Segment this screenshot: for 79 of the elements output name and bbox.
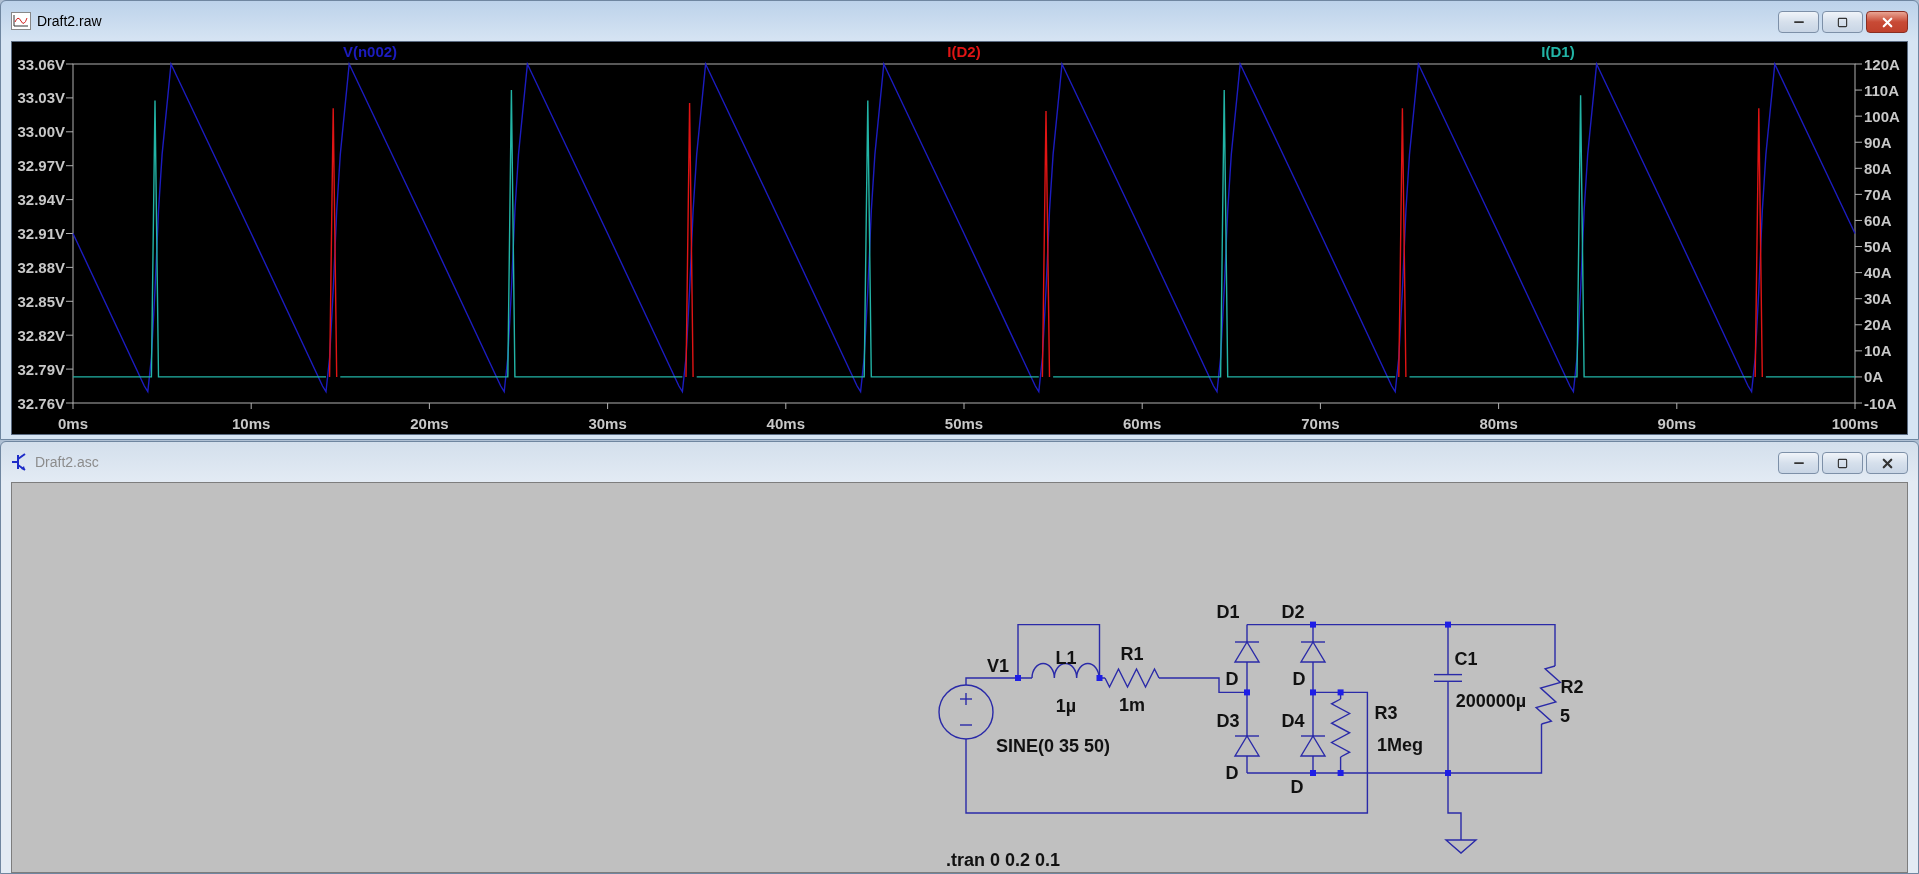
close-button[interactable] xyxy=(1866,452,1908,474)
axis-tick-label: 100A xyxy=(1864,107,1900,125)
ground-symbol xyxy=(1444,839,1478,854)
voltage-source-symbol xyxy=(938,684,994,740)
diode-symbol xyxy=(1299,734,1327,757)
resistor-symbol xyxy=(1330,698,1352,758)
axis-tick-label: 0A xyxy=(1864,368,1884,386)
close-button[interactable] xyxy=(1866,11,1908,33)
axis-tick-label: 90ms xyxy=(1657,414,1696,432)
axis-tick-label: 40A xyxy=(1864,264,1892,282)
axis-tick-label: 32.88V xyxy=(17,258,65,276)
axis-tick-label: 50A xyxy=(1864,238,1892,256)
axis-tick-label: 32.97V xyxy=(17,157,65,175)
trace-name[interactable]: I(D2) xyxy=(947,42,981,60)
axis-tick-label: 40ms xyxy=(766,414,805,432)
component-value: D xyxy=(1225,763,1239,783)
window-title: Draft2.asc xyxy=(35,454,99,470)
component-label: D1 xyxy=(1216,602,1240,622)
axis-tick-label: 33.03V xyxy=(17,89,65,107)
diode-symbol xyxy=(1233,640,1261,663)
component-label: L1 xyxy=(1055,648,1077,668)
axis-tick-label: 32.94V xyxy=(17,191,65,209)
axis-tick-label: 20ms xyxy=(410,414,449,432)
axis-tick-label: 32.91V xyxy=(17,225,65,242)
diode-symbol xyxy=(1233,734,1261,757)
axis-tick-label: 20A xyxy=(1864,316,1892,334)
component-label: R2 xyxy=(1560,677,1584,697)
resistor-symbol xyxy=(1534,665,1562,725)
component-value: 5 xyxy=(1560,706,1570,726)
axis-tick-label: 110A xyxy=(1864,81,1900,99)
component-value: 1Meg xyxy=(1377,735,1423,755)
capacitor-symbol xyxy=(1433,673,1463,682)
axis-tick-label: 32.79V xyxy=(17,360,65,378)
axis-tick-label: -10A xyxy=(1864,394,1897,412)
component-label: D3 xyxy=(1216,711,1240,731)
component-label: R3 xyxy=(1374,703,1398,723)
axis-tick-label: 60A xyxy=(1864,211,1892,229)
window-title: Draft2.raw xyxy=(37,13,102,29)
component-label: C1 xyxy=(1454,649,1478,669)
axis-tick-label: 50ms xyxy=(944,414,984,432)
axis-tick-label: 33.06V xyxy=(17,55,65,73)
component-value: 1µ xyxy=(1055,696,1077,716)
axis-tick-label: 32.76V xyxy=(17,394,65,412)
component-label: V1 xyxy=(987,656,1009,676)
component-label: D4 xyxy=(1281,711,1305,731)
axis-tick-label: 32.85V xyxy=(17,292,65,310)
axis-tick-label: 32.82V xyxy=(17,326,65,344)
inductor-symbol xyxy=(1031,662,1100,679)
component-value: 1m xyxy=(1119,695,1145,715)
maximize-icon xyxy=(1837,16,1848,28)
axis-tick-label: 60ms xyxy=(1123,414,1162,432)
axis-tick-label: 33.00V xyxy=(17,123,65,141)
resistor-symbol xyxy=(1104,667,1160,689)
axis-tick-label: 10ms xyxy=(232,414,271,432)
component-value: D xyxy=(1225,669,1239,689)
axis-tick-label: 0ms xyxy=(58,414,88,432)
diode-symbol xyxy=(1299,640,1327,663)
axis-tick-label: 100ms xyxy=(1831,414,1879,432)
maximize-button[interactable] xyxy=(1822,452,1863,474)
axis-tick-label: 30ms xyxy=(588,414,627,432)
component-value: D xyxy=(1290,777,1304,797)
waveform-icon xyxy=(11,12,31,30)
component-label: R1 xyxy=(1120,644,1144,664)
axis-tick-label: 70ms xyxy=(1301,414,1340,432)
component-label: D2 xyxy=(1281,602,1305,622)
axis-tick-label: 80ms xyxy=(1479,414,1518,432)
spice-directive: .tran 0 0.2 0.1 xyxy=(945,850,1061,870)
axis-tick-label: 30A xyxy=(1864,290,1892,308)
axis-tick-label: 90A xyxy=(1864,133,1892,151)
axis-tick-label: 80A xyxy=(1864,159,1892,177)
component-value: SINE(0 35 50) xyxy=(995,736,1111,756)
axis-tick-label: 70A xyxy=(1864,185,1892,203)
axis-tick-label: 120A xyxy=(1864,55,1900,73)
axis-tick-label: 10A xyxy=(1864,342,1892,360)
component-value: 200000µ xyxy=(1455,691,1527,711)
component-value: D xyxy=(1292,669,1306,689)
maximize-button[interactable] xyxy=(1822,11,1863,33)
trace-name[interactable]: I(D1) xyxy=(1541,42,1575,60)
maximize-icon xyxy=(1837,457,1848,469)
